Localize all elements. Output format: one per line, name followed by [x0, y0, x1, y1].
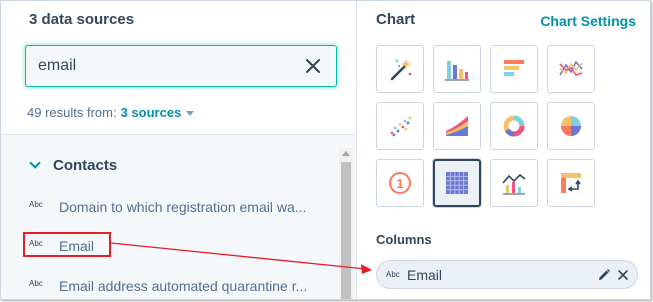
list-item-label: Domain to which registration email wa... — [59, 199, 307, 215]
chart-type-bar[interactable] — [433, 45, 481, 93]
chart-type-pie[interactable] — [547, 102, 595, 150]
combo-chart-icon — [502, 173, 526, 195]
pencil-icon[interactable] — [597, 268, 611, 282]
data-sources-panel: 3 data sources email 49 results from: 3 s… — [1, 1, 357, 299]
line-chart-icon — [559, 60, 583, 76]
scroll-up-arrow-icon[interactable] — [342, 151, 350, 156]
donut-icon — [503, 115, 525, 137]
chart-type-line[interactable] — [547, 45, 595, 93]
close-icon[interactable] — [617, 269, 629, 281]
text-type-icon: Abc — [29, 279, 43, 288]
property-list: Contacts Abc Domain to which registration… — [1, 134, 356, 299]
chart-settings-link[interactable]: Chart Settings — [540, 13, 636, 29]
report-builder-window: 3 data sources email 49 results from: 3 s… — [0, 0, 651, 300]
text-type-icon: Abc — [386, 270, 400, 279]
chart-heading: Chart — [376, 11, 416, 28]
magic-wand-icon — [390, 59, 412, 81]
scatter-icon — [390, 116, 412, 137]
chart-type-horizontal-bar[interactable] — [490, 45, 538, 93]
chart-type-scatter[interactable] — [376, 102, 424, 150]
scrollbar[interactable] — [339, 148, 353, 299]
list-item[interactable]: Abc Email address automated quarantine r.… — [29, 278, 307, 294]
chart-type-summary[interactable]: 1 — [376, 159, 424, 207]
list-item[interactable]: Abc Domain to which registration email wa… — [29, 199, 306, 215]
sources-dropdown[interactable]: 3 sources — [121, 105, 182, 120]
group-contacts[interactable]: Contacts — [29, 157, 118, 174]
area-chart-icon — [446, 116, 468, 136]
results-summary: 49 results from: 3 sources — [27, 105, 195, 120]
table-icon — [446, 172, 468, 194]
summary-number-icon: 1 — [389, 172, 411, 194]
chart-type-area[interactable] — [433, 102, 481, 150]
bar-chart-icon — [445, 61, 469, 81]
svg-text:1: 1 — [396, 176, 403, 191]
chart-type-auto[interactable] — [376, 45, 424, 93]
close-icon[interactable] — [304, 57, 322, 75]
chart-type-combo[interactable] — [490, 159, 538, 207]
scrollbar-thumb[interactable] — [341, 162, 351, 299]
pie-icon — [561, 116, 581, 136]
column-pill-label: Email — [407, 267, 443, 283]
chevron-down-icon — [29, 157, 41, 169]
annotation-highlight — [23, 232, 111, 257]
list-item-label: Email address automated quarantine r... — [59, 278, 308, 294]
chart-type-pivot[interactable] — [547, 159, 595, 207]
caret-down-icon[interactable] — [186, 111, 195, 117]
results-text: 49 results from: — [27, 105, 117, 120]
search-input[interactable]: email — [25, 45, 337, 87]
chart-type-table[interactable] — [433, 159, 481, 207]
column-pill-email[interactable]: Abc Email — [376, 260, 638, 289]
search-value: email — [38, 57, 77, 74]
panel-title: 3 data sources — [29, 11, 135, 28]
group-label: Contacts — [53, 157, 118, 174]
pivot-table-icon — [561, 173, 581, 193]
text-type-icon: Abc — [29, 200, 43, 209]
chart-type-donut[interactable] — [490, 102, 538, 150]
horizontal-bar-icon — [504, 60, 524, 76]
chart-panel: Chart Chart Settings 1 Columns Abc Email — [358, 1, 650, 299]
columns-heading: Columns — [376, 232, 432, 247]
